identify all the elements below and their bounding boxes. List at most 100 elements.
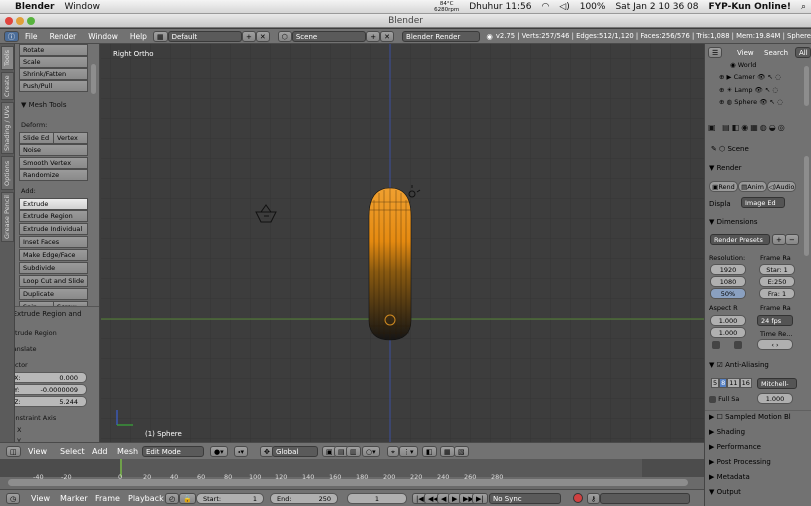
tools-scrollbar[interactable] — [91, 64, 96, 94]
jump-end-button[interactable]: ▶| — [472, 493, 488, 504]
display-selector[interactable]: Image Ed — [741, 197, 785, 208]
outliner-scrollbar[interactable] — [804, 66, 809, 106]
performance-section[interactable]: ▶ Performance — [709, 443, 761, 451]
outliner-item-sphere[interactable]: ⊕ ◍ Sphere 👁 ↖ ◌ — [719, 98, 783, 106]
outliner-item-world[interactable]: ◉ World — [730, 61, 756, 69]
post-processing-section[interactable]: ▶ Post Processing — [709, 458, 771, 466]
start-frame-field[interactable]: Start: 1 — [196, 493, 264, 504]
close-window-button[interactable] — [5, 17, 13, 25]
battery-status[interactable]: 100% — [580, 2, 606, 12]
add-scene-button[interactable]: + — [366, 30, 381, 42]
timeline-menu-view[interactable]: View — [31, 494, 50, 503]
outliner-view-menu[interactable]: View — [737, 49, 754, 57]
dimensions-section-header[interactable]: ▼ Dimensions — [709, 218, 757, 226]
subdivide-button[interactable]: Subdivide — [19, 262, 88, 274]
audio-button[interactable]: ◁)Audio — [767, 181, 796, 192]
date-time[interactable]: Sat Jan 2 10 36 08 — [615, 2, 698, 12]
keying-set-field[interactable] — [600, 493, 690, 504]
slide-edge-button[interactable]: Slide Ed — [19, 132, 54, 144]
vector-z-field[interactable]: Z:5.244 — [15, 396, 87, 407]
status-text[interactable]: FYP-Kun Online! — [709, 2, 791, 12]
aa-samples-5[interactable]: 5 — [711, 378, 720, 388]
menu-select[interactable]: Select — [60, 447, 85, 456]
proportional-edit-button[interactable]: ○▾ — [362, 446, 380, 457]
wifi-icon[interactable]: ◠ — [541, 2, 549, 12]
shrink-fatten-button[interactable]: Shrink/Fatten — [19, 68, 88, 80]
snap-toggle[interactable]: ⌖ — [387, 446, 399, 457]
fps-selector[interactable]: 24 fps — [757, 315, 793, 326]
timeline-menu-marker[interactable]: Marker — [60, 494, 88, 503]
extrude-region-button[interactable]: Extrude Region — [19, 210, 88, 222]
opengl-anim-button[interactable]: ▧ — [454, 446, 469, 457]
render-presets-selector[interactable]: Render Presets — [710, 234, 770, 245]
opengl-render-button[interactable]: ▦ — [440, 446, 455, 457]
3d-viewport[interactable]: Right Ortho (1) Sphere — [101, 44, 704, 442]
orientation-selector[interactable]: Global — [272, 446, 318, 457]
border-checkbox[interactable] — [712, 341, 720, 349]
resolution-x-field[interactable]: 1920 — [710, 264, 746, 275]
menu-window[interactable]: Window — [88, 32, 118, 41]
outliner-search-menu[interactable]: Search — [764, 49, 788, 57]
push-pull-button[interactable]: Push/Pull — [19, 80, 88, 92]
aa-samples-selector[interactable]: 5 8 11 16 — [711, 378, 752, 388]
constraint-x-checkbox[interactable]: X — [15, 426, 21, 434]
current-frame-field[interactable]: 1 — [347, 493, 407, 504]
remove-scene-button[interactable]: ✕ — [380, 30, 395, 42]
search-icon[interactable]: ⌕ — [801, 2, 806, 12]
remove-preset-button[interactable]: − — [785, 234, 799, 245]
editor-type-button[interactable]: ◫ — [6, 446, 21, 457]
duplicate-button[interactable]: Duplicate — [19, 288, 88, 300]
tab-create[interactable]: Create — [1, 72, 14, 100]
app-menu[interactable]: Blender — [15, 2, 54, 12]
metadata-section[interactable]: ▶ Metadata — [709, 473, 750, 481]
aa-size-field[interactable]: 1.000 — [757, 393, 793, 404]
face-select-button[interactable]: ▥ — [346, 446, 361, 457]
aa-samples-11[interactable]: 11 — [727, 378, 740, 388]
animation-button[interactable]: ▤Anim — [738, 181, 767, 192]
vector-x-field[interactable]: X:0.000 — [15, 372, 87, 383]
keying-set-icon[interactable]: ⚷ — [587, 493, 601, 504]
time-remap-field[interactable]: ‹ › — [757, 339, 793, 350]
render-engine-selector[interactable]: Blender Render — [402, 30, 481, 42]
aa-samples-16[interactable]: 16 — [739, 378, 752, 388]
tab-tools[interactable]: Tools — [1, 46, 14, 70]
vector-y-field[interactable]: Y:-0.0000009 — [15, 384, 87, 395]
scale-button[interactable]: Scale — [19, 56, 88, 68]
tab-options[interactable]: Options — [1, 156, 14, 190]
menu-help[interactable]: Help — [130, 32, 147, 41]
slide-vertex-button[interactable]: Vertex — [53, 132, 88, 144]
operator-title[interactable]: ▼ Extrude Region and — [15, 310, 82, 318]
editor-type-icon[interactable]: ⓘ — [4, 30, 19, 42]
inset-faces-button[interactable]: Inset Faces — [19, 236, 88, 248]
minimize-window-button[interactable] — [16, 17, 24, 25]
smooth-vertex-button[interactable]: Smooth Vertex — [19, 157, 88, 169]
shading-section[interactable]: ▶ Shading — [709, 428, 745, 436]
add-layout-button[interactable]: + — [241, 30, 256, 42]
record-icon[interactable] — [573, 493, 583, 503]
frame-start-field[interactable]: Star: 1 — [759, 264, 795, 275]
render-preview-button[interactable]: ◧ — [422, 446, 437, 457]
menu-view[interactable]: View — [28, 447, 47, 456]
timeline-menu-frame[interactable]: Frame — [95, 494, 120, 503]
aspect-x-field[interactable]: 1.000 — [710, 315, 746, 326]
aa-filter-selector[interactable]: Mitchell- — [757, 378, 797, 389]
render-button[interactable]: ▣Rend — [709, 181, 738, 192]
layout-selector[interactable]: Default — [167, 30, 242, 42]
make-edge-face-button[interactable]: Make Edge/Face — [19, 249, 88, 261]
properties-context-icons[interactable]: ▣ ▤◧◉▦◍◒◎ — [708, 123, 808, 135]
timeline-scrollbar[interactable] — [8, 479, 688, 486]
extrude-button[interactable]: Extrude — [19, 198, 88, 210]
shading-selector[interactable]: ●▾ — [210, 446, 228, 457]
noise-button[interactable]: Noise — [19, 144, 88, 156]
randomize-button[interactable]: Randomize — [19, 169, 88, 181]
remove-layout-button[interactable]: ✕ — [255, 30, 270, 42]
timeline-menu-playback[interactable]: Playback — [128, 494, 164, 503]
outliner-display-selector[interactable]: All — [795, 47, 811, 58]
aspect-y-field[interactable]: 1.000 — [710, 327, 746, 338]
crop-checkbox[interactable] — [734, 341, 742, 349]
preview-range-button[interactable]: ◴ — [165, 493, 180, 504]
tab-grease-pencil[interactable]: Grease Pencil — [1, 192, 14, 242]
render-section-header[interactable]: ▼ Render — [709, 164, 742, 172]
loop-cut-button[interactable]: Loop Cut and Slide — [19, 275, 88, 287]
menu-add[interactable]: Add — [92, 447, 108, 456]
